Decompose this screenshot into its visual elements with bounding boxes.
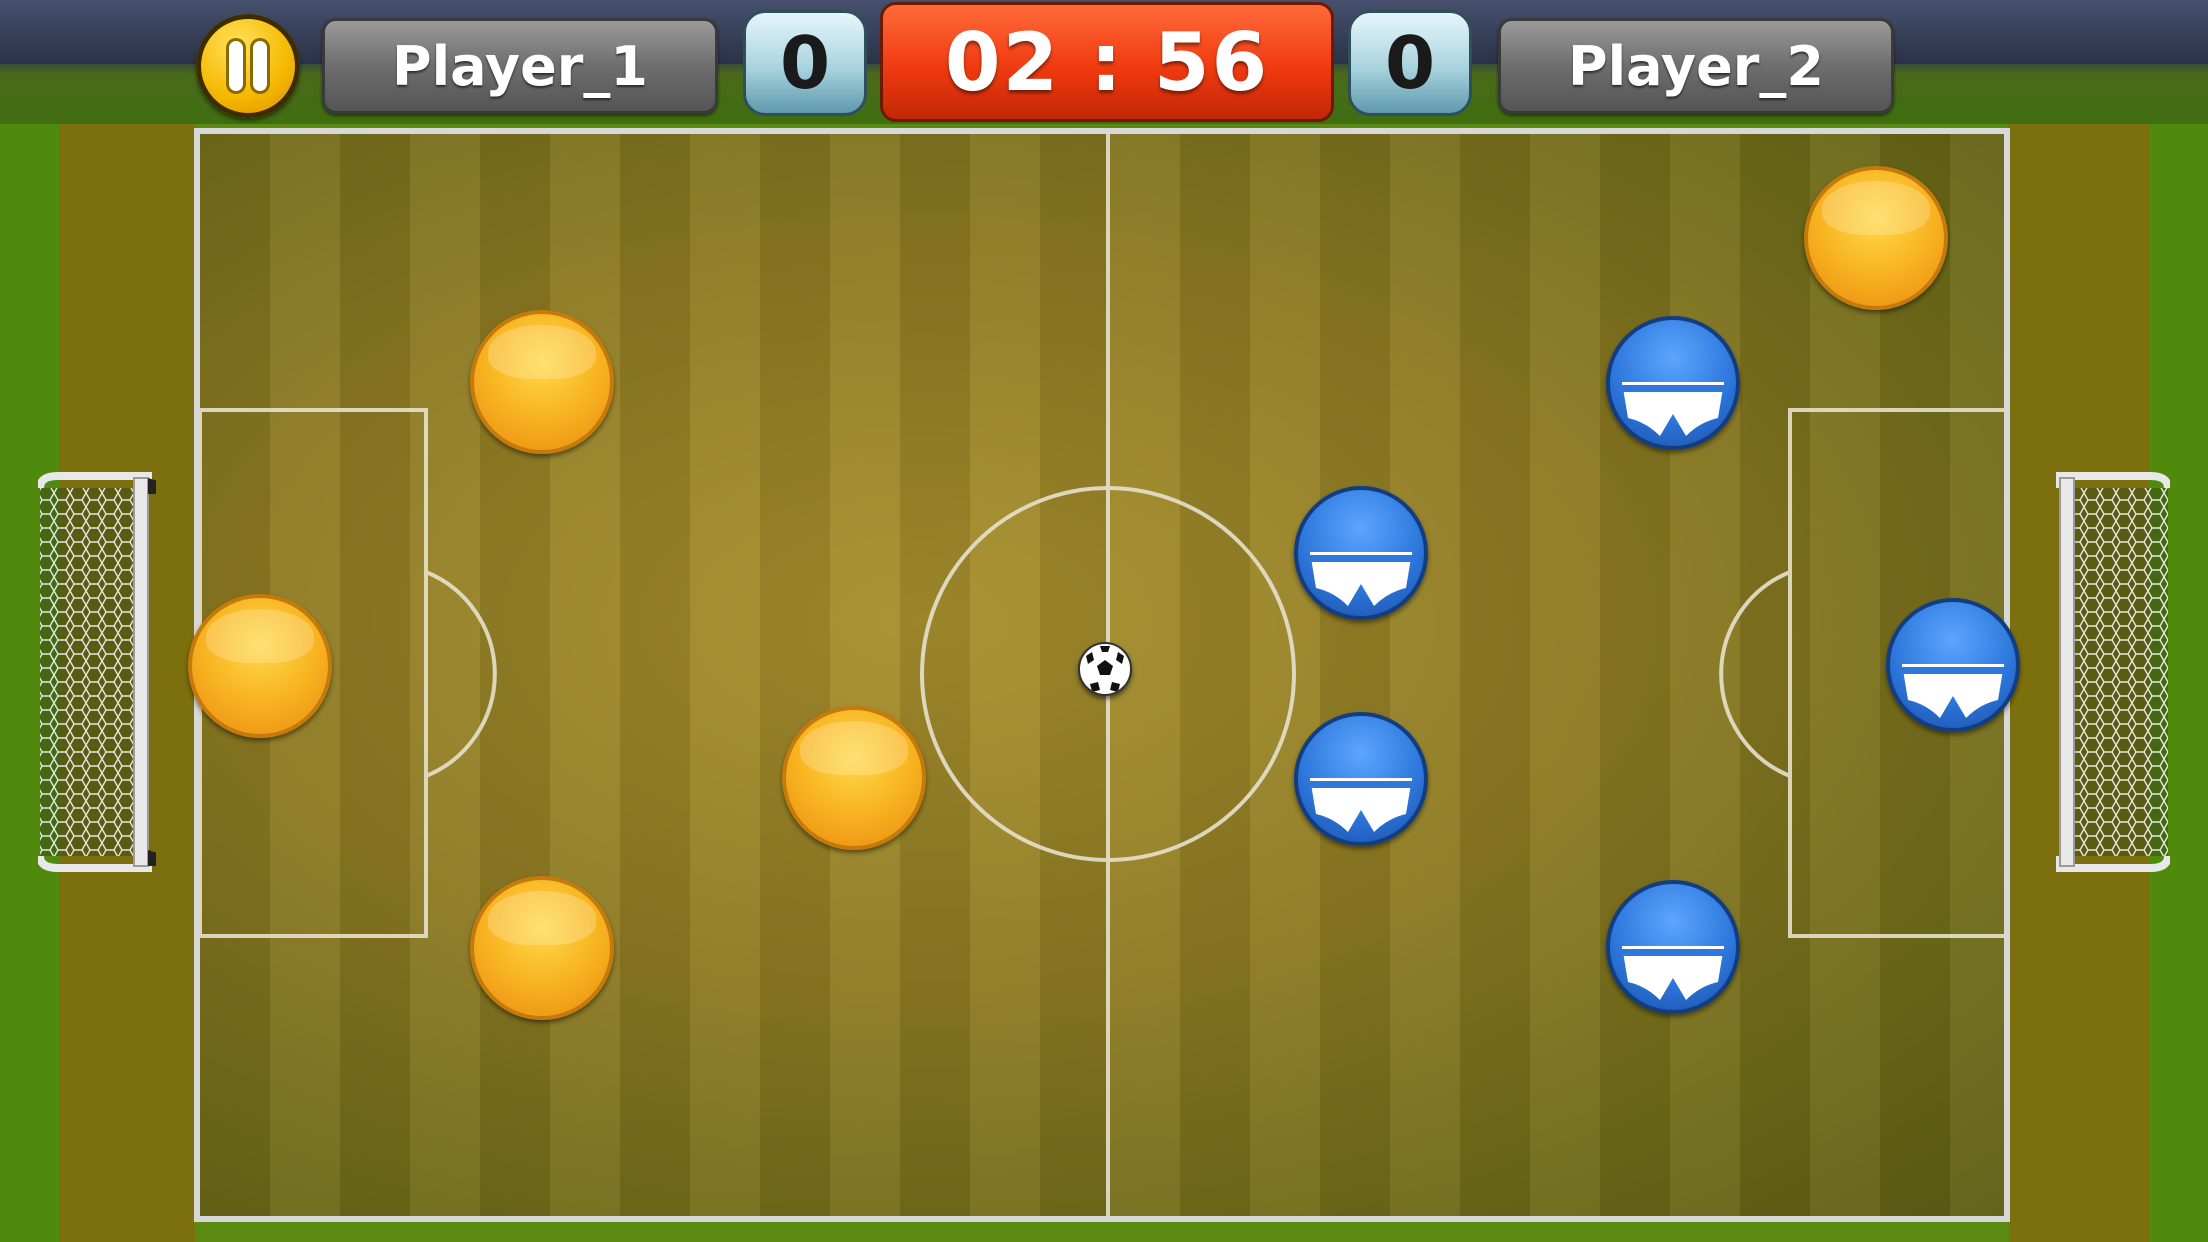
team1-player-disc[interactable] (782, 706, 926, 850)
game-screen: Player_1 0 02 : 56 0 Player_2 (0, 0, 2208, 1242)
shorts-icon (1622, 946, 1724, 1000)
pause-button[interactable] (196, 14, 300, 118)
team1-player-disc[interactable] (1804, 166, 1948, 310)
shorts-icon (1902, 664, 2004, 718)
player2-score: 0 (1348, 10, 1472, 116)
soccer-ball-icon[interactable] (1078, 642, 1132, 696)
pause-icon (229, 41, 243, 91)
match-timer: 02 : 56 (880, 2, 1334, 122)
goal-left (36, 472, 198, 872)
shorts-icon (1310, 552, 1412, 606)
team2-player-disc[interactable] (1294, 486, 1428, 620)
shorts-icon (1622, 382, 1724, 436)
player1-score: 0 (743, 10, 867, 116)
pause-icon-bar (253, 41, 267, 91)
soccer-ball-pattern (1086, 646, 1124, 692)
top-hud: Player_1 0 02 : 56 0 Player_2 (0, 0, 2208, 124)
team2-player-disc[interactable] (1606, 880, 1740, 1014)
goal-net-icon (36, 472, 198, 872)
team1-player-disc[interactable] (470, 876, 614, 1020)
team1-goalkeeper-disc[interactable] (188, 594, 332, 738)
team2-goalkeeper-disc[interactable] (1886, 598, 2020, 732)
shorts-icon (1310, 778, 1412, 832)
goal-net-icon (2056, 472, 2172, 872)
player2-name: Player_2 (1498, 18, 1894, 114)
team1-player-disc[interactable] (470, 310, 614, 454)
goal-right (2052, 472, 2172, 872)
player1-name: Player_1 (322, 18, 718, 114)
team2-player-disc[interactable] (1606, 316, 1740, 450)
team2-player-disc[interactable] (1294, 712, 1428, 846)
